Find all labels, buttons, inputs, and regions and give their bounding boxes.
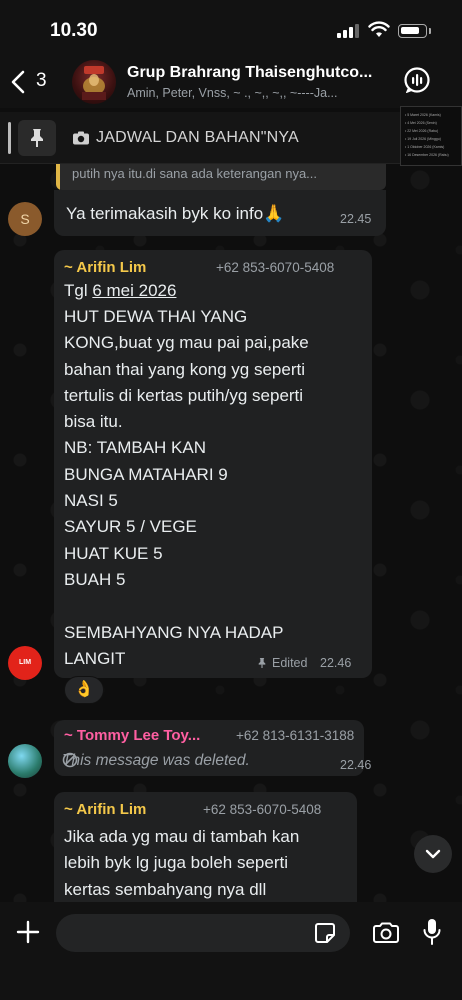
message-text: Jika ada yg mau di tambah kan lebih byk … <box>64 827 300 899</box>
avatar[interactable] <box>8 744 42 778</box>
camera-icon[interactable] <box>372 922 400 944</box>
thumbnail-line: • 19 Juli 2026 (Minggu) <box>405 137 441 141</box>
message-text: HUT DEWA THAI YANG KONG,buat yg mau pai … <box>64 307 309 668</box>
wifi-icon <box>368 21 390 37</box>
message-time: 22.46 <box>320 656 352 670</box>
signal-icon <box>337 24 359 38</box>
message-bubble[interactable]: ~ Arifin Lim +62 853-6070-5408 Tgl 6 mei… <box>54 250 372 678</box>
edited-label: Edited <box>272 656 308 670</box>
avatar[interactable]: LIM <box>8 646 42 680</box>
unread-count[interactable]: 3 <box>36 70 47 92</box>
sender-phone[interactable]: +62 813-6131-3188 <box>236 728 354 743</box>
pin-button[interactable] <box>18 120 56 156</box>
mic-icon[interactable] <box>423 918 441 946</box>
date-link[interactable]: 6 mei 2026 <box>92 281 176 300</box>
sticker-icon[interactable] <box>314 922 336 944</box>
chat-header: 3 Grup Brahrang Thaisenghutco... Amin, P… <box>0 56 462 108</box>
group-name[interactable]: Grup Brahrang Thaisenghutco... <box>127 64 387 82</box>
group-avatar[interactable] <box>72 60 116 104</box>
message-time: 22.45 <box>340 212 372 226</box>
sender-name[interactable]: ~ Arifin Lim <box>64 259 146 276</box>
quote-accent-bar <box>56 164 60 190</box>
chevron-down-icon <box>425 849 441 859</box>
quoted-message[interactable]: putih nya itu.di sana ada keterangan nya… <box>56 164 386 190</box>
pin-icon <box>258 658 266 668</box>
pinned-message-bar[interactable]: JADWAL DAN BAHAN"NYA <box>0 112 462 164</box>
camera-icon <box>73 131 89 145</box>
pin-icon <box>31 129 43 147</box>
call-icon[interactable] <box>402 65 432 95</box>
thumbnail-line: • 1 Oktober 2026 (Kamis) <box>405 145 445 149</box>
avatar[interactable]: S <box>8 202 42 236</box>
deleted-message-text: This message was deleted. <box>62 752 250 769</box>
thumbnail-line: • 5 Maret 2026 (Kamis) <box>405 113 441 117</box>
battery-cap <box>429 28 431 34</box>
quoted-text: putih nya itu.di sana ada keterangan nya… <box>72 166 318 181</box>
pinned-text: JADWAL DAN BAHAN"NYA <box>96 129 299 146</box>
thumbnail-line: • 16 Desember 2026 (Rabu) <box>405 153 449 157</box>
thumbnail-line: • 22 Mei 2026 (Rabu) <box>405 129 439 133</box>
back-icon[interactable] <box>10 70 26 94</box>
status-time: 10.30 <box>50 20 98 41</box>
message-text: Tgl <box>64 281 93 300</box>
sender-phone[interactable]: +62 853-6070-5408 <box>203 802 321 817</box>
scroll-down-button[interactable] <box>414 835 452 873</box>
message-date-line: Tgl 6 mei 2026 <box>64 278 176 304</box>
message-input[interactable] <box>56 914 350 952</box>
battery-icon <box>398 24 427 38</box>
group-members[interactable]: Amin, Peter, Vnss, ~ ., ~,, ~,, ~----Ja.… <box>127 86 387 100</box>
group-avatar-badge-icon <box>84 66 104 74</box>
thumbnail-line: • 4 Mei 2026 (Senin) <box>405 121 437 125</box>
plus-icon[interactable] <box>16 920 40 944</box>
pinned-thumbnail[interactable]: • 5 Maret 2026 (Kamis) • 4 Mei 2026 (Sen… <box>400 106 462 166</box>
message-input-bar <box>0 902 462 1000</box>
message-text: Ya terimakasih byk ko info🙏 <box>66 204 285 223</box>
sender-name[interactable]: ~ Tommy Lee Toy... <box>64 727 200 744</box>
sender-name[interactable]: ~ Arifin Lim <box>64 801 146 818</box>
status-bar: 10.30 <box>0 0 462 56</box>
pinned-indicator <box>8 122 11 154</box>
sender-phone[interactable]: +62 853-6070-5408 <box>216 260 334 275</box>
message-time: 22.46 <box>340 758 372 772</box>
reaction-badge[interactable]: 👌 <box>64 676 104 704</box>
battery-level <box>401 27 419 34</box>
